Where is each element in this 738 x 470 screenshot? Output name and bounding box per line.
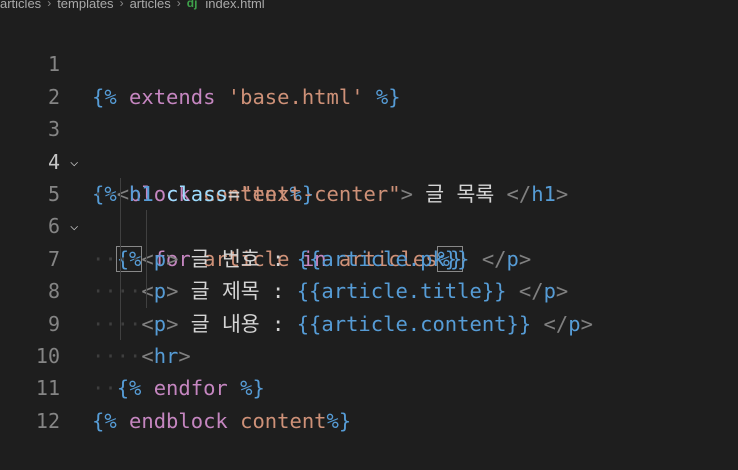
crumb-templates[interactable]: templates bbox=[57, 0, 113, 11]
code-line[interactable]: 12 bbox=[0, 372, 738, 433]
crumb-file[interactable]: index.html bbox=[205, 0, 264, 11]
code-line[interactable]: 6 ····<p> 글 번호 : {{article.pk}} </p> bbox=[0, 178, 738, 270]
code-line[interactable]: 1 {% extends 'base.html' %} bbox=[0, 16, 738, 108]
token: endblock bbox=[129, 408, 228, 433]
chevron-right-icon: › bbox=[119, 0, 124, 10]
code-line[interactable]: 5 ⌵ ··{% for article in articles%} bbox=[0, 146, 738, 272]
chevron-right-icon: › bbox=[176, 0, 181, 10]
indent-guide bbox=[120, 178, 121, 340]
token: content bbox=[240, 408, 327, 433]
line-number: 12 bbox=[35, 408, 60, 433]
token: {% bbox=[92, 408, 117, 433]
chevron-right-icon: › bbox=[47, 0, 52, 10]
code-editor[interactable]: 1 {% extends 'base.html' %} 2 3 ⌵ {% blo… bbox=[0, 16, 738, 433]
code-line[interactable]: 9 ····<hr> bbox=[0, 275, 738, 368]
code-line-active[interactable]: 4 ··<h1 class="text-center"> 글 목록 </h1> bbox=[0, 113, 738, 206]
crumb-articles[interactable]: articles bbox=[0, 0, 41, 11]
crumb-articles-folder[interactable]: articles bbox=[130, 0, 171, 11]
code-line[interactable]: 2 bbox=[0, 48, 738, 109]
code-line[interactable]: 3 ⌵ {% block content%} bbox=[0, 81, 738, 206]
code-line[interactable]: 7 ····<p> 글 제목 : {{article.title}} </p> bbox=[0, 210, 738, 303]
code-line[interactable]: 11 {% endblock content%} bbox=[0, 340, 738, 432]
django-file-icon: dj bbox=[186, 0, 198, 10]
code-line[interactable]: 10 ··{% endfor %} bbox=[0, 308, 738, 400]
token: %} bbox=[326, 408, 352, 433]
breadcrumb: articles › templates › articles › dj ind… bbox=[0, 0, 265, 12]
code-line[interactable]: 8 ····<p> 글 내용 : {{article.content}} </p… bbox=[0, 243, 738, 335]
indent-guide bbox=[146, 210, 147, 308]
